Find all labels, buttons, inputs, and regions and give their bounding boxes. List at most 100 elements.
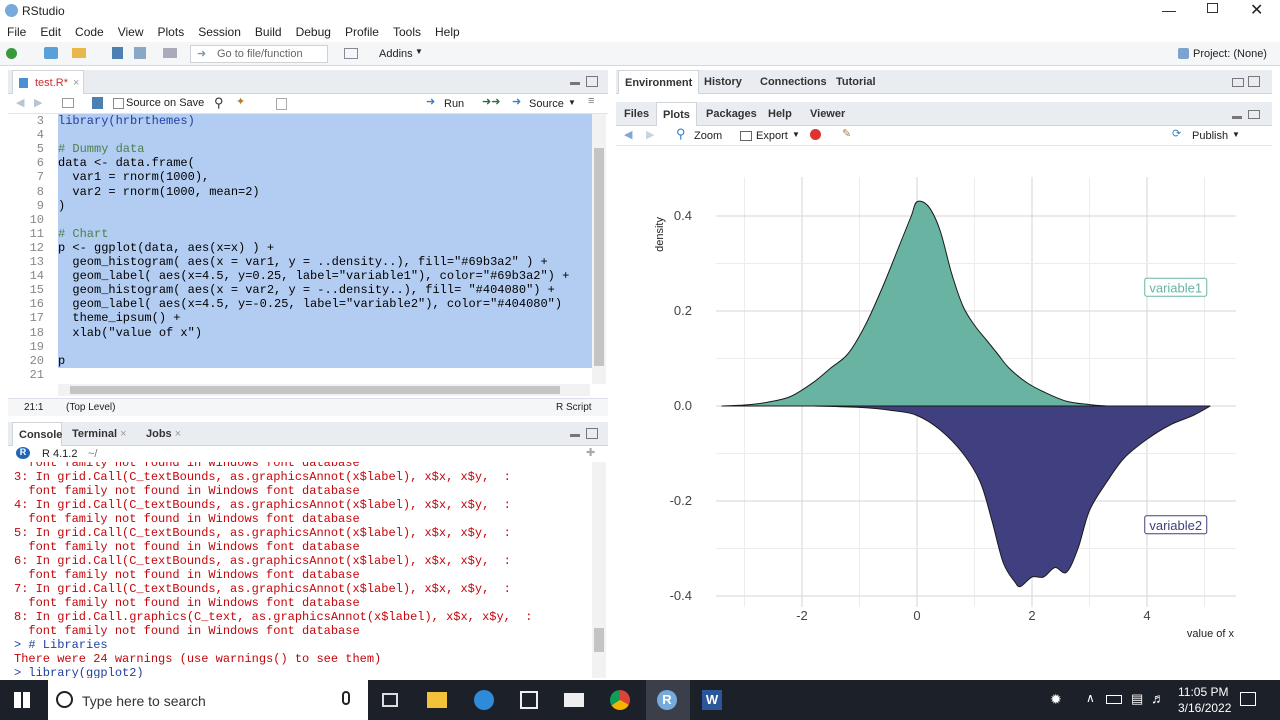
windows-start-icon[interactable]: [14, 692, 30, 708]
scope-selector[interactable]: (Top Level): [66, 402, 115, 413]
editor-tab-test-r[interactable]: test.R* ×: [12, 70, 84, 94]
notification-icon[interactable]: [1240, 692, 1256, 706]
maximize-pane-icon[interactable]: [586, 76, 598, 87]
export-button[interactable]: Export: [756, 130, 788, 142]
clock-time[interactable]: 11:05 PM: [1178, 685, 1228, 699]
tab-files[interactable]: Files: [618, 102, 655, 126]
tab-tutorial[interactable]: Tutorial: [830, 70, 882, 94]
microphone-icon[interactable]: [342, 691, 350, 705]
code-line[interactable]: 12 p <- ggplot(data, aes(x=x) ) +: [12, 241, 592, 255]
console-minimize-icon[interactable]: [570, 434, 580, 437]
publish-chevron-down-icon[interactable]: ▼: [1232, 130, 1240, 139]
menu-profile[interactable]: Profile: [338, 25, 386, 39]
menu-view[interactable]: View: [111, 25, 151, 39]
menu-help[interactable]: Help: [428, 25, 467, 39]
code-line[interactable]: 18 xlab("value of x"): [12, 326, 592, 340]
code-line[interactable]: 5 # Dummy data: [12, 142, 592, 156]
mail-icon[interactable]: [564, 693, 584, 707]
code-line[interactable]: 14 geom_label( aes(x=4.5, y=0.25, label=…: [12, 269, 592, 283]
code-line[interactable]: 13 geom_histogram( aes(x = var1, y = ..d…: [12, 255, 592, 269]
source-button[interactable]: Source: [529, 98, 564, 110]
store-icon[interactable]: [520, 691, 538, 709]
editor-hscroll-thumb[interactable]: [70, 386, 560, 394]
new-project-icon[interactable]: [44, 47, 58, 59]
tab-viewer[interactable]: Viewer: [804, 102, 851, 126]
code-line[interactable]: 19: [12, 340, 592, 354]
close-jobs-icon[interactable]: ×: [175, 428, 181, 440]
plots-minimize-icon[interactable]: [1232, 116, 1242, 119]
taskbar-search-box[interactable]: Type here to search: [48, 680, 368, 720]
editor-hscrollbar[interactable]: [58, 384, 590, 396]
clear-console-icon[interactable]: ✚: [586, 446, 595, 459]
env-maximize-icon[interactable]: [1248, 76, 1260, 87]
goto-file-input[interactable]: ➜ Go to file/function: [190, 45, 328, 63]
project-menu[interactable]: Project: (None): [1193, 48, 1267, 60]
chrome-icon[interactable]: [610, 690, 630, 710]
code-editor[interactable]: 3 library(hrbrthemes) 4 5 # Dummy data 6 data …: [12, 114, 592, 384]
console-maximize-icon[interactable]: [586, 428, 598, 439]
source-on-save-checkbox[interactable]: [113, 98, 124, 109]
tab-environment[interactable]: Environment: [618, 70, 700, 94]
code-line[interactable]: 20 p: [12, 354, 592, 368]
compile-report-icon[interactable]: [276, 98, 287, 110]
code-line[interactable]: 8 var2 = rnorm(1000, mean=2): [12, 185, 592, 199]
show-in-window-icon[interactable]: [62, 98, 74, 108]
editor-vscroll-thumb[interactable]: [594, 148, 604, 366]
export-chevron-down-icon[interactable]: ▼: [792, 130, 800, 139]
env-restore-icon[interactable]: [1232, 78, 1244, 87]
editor-save-icon[interactable]: [92, 97, 103, 109]
minimize-pane-icon[interactable]: [570, 82, 580, 85]
close-icon[interactable]: ✕: [1250, 0, 1263, 20]
task-view-icon[interactable]: [382, 693, 398, 707]
tab-terminal[interactable]: Terminal ×: [66, 422, 133, 446]
code-line[interactable]: 9): [12, 199, 592, 213]
file-explorer-icon[interactable]: [427, 692, 447, 708]
source-chevron-down-icon[interactable]: ▼: [568, 98, 576, 107]
code-line[interactable]: 7 var1 = rnorm(1000),: [12, 170, 592, 184]
menu-plots[interactable]: Plots: [151, 25, 192, 39]
remove-plot-icon[interactable]: [810, 129, 821, 140]
zoom-button[interactable]: Zoom: [694, 130, 722, 142]
plot-forward-icon[interactable]: ▶: [646, 128, 654, 141]
menu-file[interactable]: File: [0, 25, 33, 39]
menu-tools[interactable]: Tools: [386, 25, 428, 39]
rerun-icon[interactable]: ➜➜: [482, 95, 500, 108]
tab-plots[interactable]: Plots: [656, 102, 697, 126]
tab-help[interactable]: Help: [762, 102, 798, 126]
menu-edit[interactable]: Edit: [33, 25, 68, 39]
tab-history[interactable]: History: [698, 70, 748, 94]
open-file-icon[interactable]: [72, 48, 86, 58]
broom-icon[interactable]: ✎: [842, 127, 851, 140]
code-line[interactable]: 3 library(hrbrthemes): [12, 114, 592, 128]
tab-packages[interactable]: Packages: [700, 102, 763, 126]
code-line[interactable]: 4: [12, 128, 592, 142]
minimize-icon[interactable]: —: [1162, 2, 1176, 18]
code-line[interactable]: 16 geom_label( aes(x=4.5, y=-0.25, label…: [12, 297, 592, 311]
tab-console[interactable]: Console: [12, 422, 62, 446]
code-line[interactable]: 17 theme_ipsum() +: [12, 311, 592, 325]
editor-vscrollbar[interactable]: [592, 114, 606, 384]
magic-wand-icon[interactable]: ✦: [236, 95, 245, 108]
back-arrow-icon[interactable]: ◀: [16, 96, 24, 109]
close-terminal-icon[interactable]: ×: [120, 428, 126, 440]
tab-connections[interactable]: Connections: [754, 70, 833, 94]
menu-debug[interactable]: Debug: [289, 25, 338, 39]
working-directory[interactable]: ~/: [88, 448, 97, 460]
addins-button[interactable]: Addins: [379, 48, 413, 60]
clock-date[interactable]: 3/16/2022: [1178, 701, 1231, 715]
menu-code[interactable]: Code: [68, 25, 111, 39]
menu-build[interactable]: Build: [248, 25, 289, 39]
plot-back-icon[interactable]: ◀: [624, 128, 632, 141]
volume-icon[interactable]: ♬: [1151, 690, 1165, 706]
forward-arrow-icon[interactable]: ▶: [34, 96, 42, 109]
menu-session[interactable]: Session: [191, 25, 248, 39]
code-line[interactable]: 15 geom_histogram( aes(x = var2, y = -..…: [12, 283, 592, 297]
run-button[interactable]: Run: [444, 98, 464, 110]
code-line[interactable]: 6 data <- data.frame(: [12, 156, 592, 170]
people-icon[interactable]: ✹: [1050, 691, 1062, 708]
console-scrollbar[interactable]: [592, 462, 606, 678]
plots-restore-icon[interactable]: [1248, 110, 1260, 119]
restore-icon[interactable]: [1207, 3, 1218, 13]
tab-jobs[interactable]: Jobs ×: [140, 422, 187, 446]
file-type-selector[interactable]: R Script: [556, 402, 592, 413]
